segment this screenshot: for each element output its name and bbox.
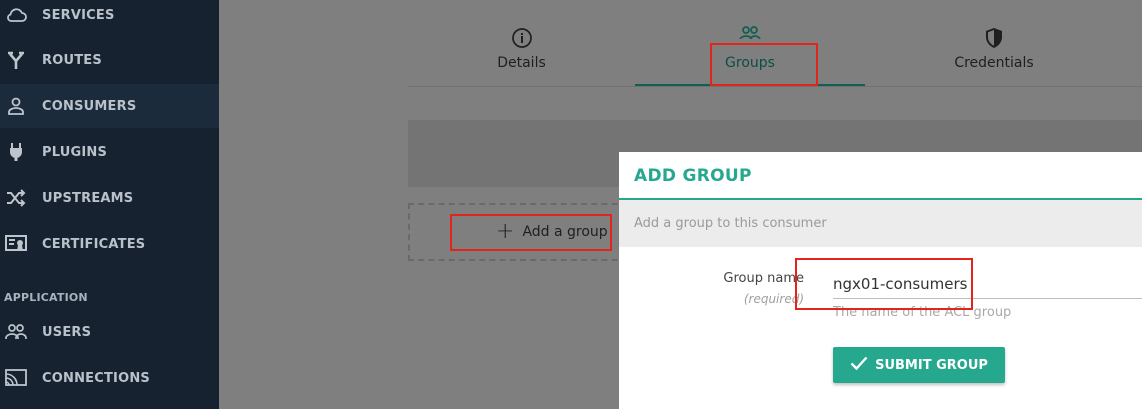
sidebar-item-label: CONSUMERS — [42, 98, 137, 114]
sidebar-item-users[interactable]: USERS — [0, 310, 219, 354]
cloud-icon — [5, 4, 27, 26]
shuffle-icon — [5, 187, 27, 209]
highlight-box-group-name — [795, 258, 973, 310]
route-fork-icon — [5, 49, 27, 71]
sidebar-item-upstreams[interactable]: UPSTREAMS — [0, 176, 219, 220]
sidebar-item-label: CONNECTIONS — [42, 370, 150, 386]
sidebar-section-application: APPLICATION — [4, 291, 88, 304]
sidebar-item-routes[interactable]: ROUTES — [0, 38, 219, 82]
info-icon — [511, 27, 533, 49]
submit-label: SUBMIT GROUP — [875, 357, 988, 373]
sidebar-item-label: SERVICES — [42, 7, 115, 23]
submit-group-button[interactable]: SUBMIT GROUP — [833, 347, 1005, 383]
sidebar-item-services[interactable]: SERVICES — [0, 0, 219, 37]
tab-divider — [408, 86, 1142, 87]
sidebar-item-connections[interactable]: CONNECTIONS — [0, 356, 219, 400]
sidebar: SERVICES ROUTES CONSUMERS PLUGINS UPSTRE… — [0, 0, 219, 409]
group-icon — [739, 25, 761, 39]
modal-subtitle-bar: Add a group to this consumer — [619, 200, 1142, 247]
sidebar-item-label: USERS — [42, 324, 92, 340]
sidebar-item-consumers[interactable]: CONSUMERS — [0, 84, 219, 128]
modal-subtitle: Add a group to this consumer — [634, 216, 827, 231]
group-name-label: Group name — [723, 271, 804, 286]
highlight-box-add-group — [450, 214, 612, 251]
shield-icon — [983, 27, 1005, 49]
sidebar-item-label: UPSTREAMS — [42, 190, 134, 206]
check-icon — [850, 356, 868, 374]
users-icon — [5, 321, 27, 343]
sidebar-item-label: PLUGINS — [42, 144, 108, 160]
modal-title: ADD GROUP — [634, 166, 752, 186]
plug-icon — [5, 141, 27, 163]
tab-details[interactable]: Details — [408, 22, 635, 86]
sidebar-item-plugins[interactable]: PLUGINS — [0, 130, 219, 174]
person-icon — [5, 95, 27, 117]
sidebar-item-label: ROUTES — [42, 52, 102, 68]
tab-credentials[interactable]: Credentials — [875, 22, 1113, 86]
sidebar-item-certificates[interactable]: CERTIFICATES — [0, 222, 219, 266]
sidebar-item-label: CERTIFICATES — [42, 236, 146, 252]
tab-label: Details — [497, 55, 546, 71]
certificate-icon — [5, 233, 27, 255]
cast-icon — [5, 367, 27, 389]
highlight-box-groups-tab — [710, 43, 818, 86]
tab-label: Credentials — [954, 55, 1034, 71]
